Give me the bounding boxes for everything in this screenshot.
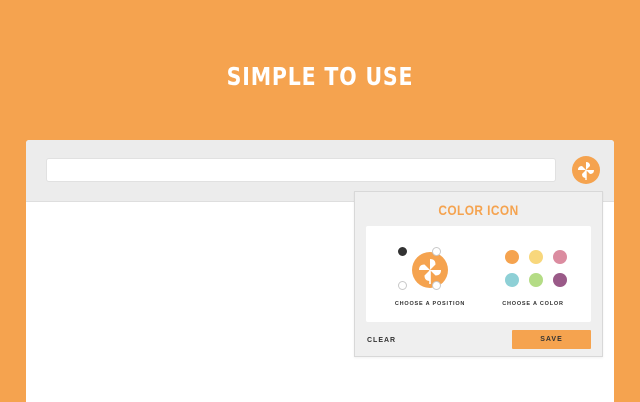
- position-bottom-right[interactable]: [432, 281, 441, 290]
- popup-title: COLOR ICON: [438, 202, 519, 218]
- color-icon-popup: COLOR ICON CHOOSE A POSITION CHOOSE A CO…: [354, 191, 603, 357]
- position-caption: CHOOSE A POSITION: [394, 301, 466, 307]
- position-preview: [408, 248, 452, 292]
- options-panel: CHOOSE A POSITION CHOOSE A COLOR: [366, 226, 591, 322]
- hero-title: SIMPLE TO USE: [226, 62, 414, 91]
- pinwheel-icon: [578, 162, 594, 180]
- extension-button[interactable]: [572, 156, 600, 184]
- color-swatch-green[interactable]: [529, 273, 543, 287]
- color-swatch-orange[interactable]: [505, 250, 519, 264]
- color-swatch-yellow[interactable]: [529, 250, 543, 264]
- color-swatch-pink[interactable]: [553, 250, 567, 264]
- clear-button[interactable]: CLEAR: [367, 337, 396, 344]
- save-button[interactable]: SAVE: [512, 330, 591, 349]
- color-caption: CHOOSE A COLOR: [502, 301, 564, 307]
- position-top-left[interactable]: [398, 247, 407, 256]
- position-bottom-left[interactable]: [398, 281, 407, 290]
- pinwheel-icon: [412, 252, 448, 288]
- color-swatch-teal[interactable]: [505, 273, 519, 287]
- position-top-right[interactable]: [432, 247, 441, 256]
- address-bar[interactable]: [46, 158, 556, 182]
- color-swatch-purple[interactable]: [553, 273, 567, 287]
